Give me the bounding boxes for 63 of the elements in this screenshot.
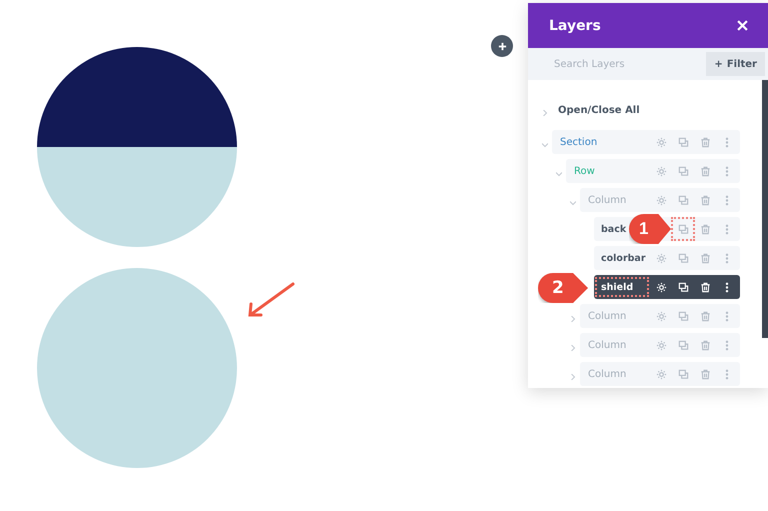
trash-icon (700, 282, 710, 292)
duplicate-icon (678, 136, 688, 148)
duplicate-icon (678, 166, 688, 176)
panel-title: Layers (549, 18, 601, 34)
more-icon (725, 136, 729, 148)
gear-icon (656, 252, 666, 264)
highlight-frame (595, 277, 649, 297)
layer-item[interactable]: Section (552, 130, 740, 154)
trash-icon (700, 340, 710, 350)
duplicate-icon (678, 340, 688, 350)
add-button[interactable] (491, 35, 513, 57)
layer-item[interactable]: Column (580, 362, 740, 386)
caret-icon[interactable] (542, 110, 548, 116)
plus-icon (498, 42, 506, 50)
trash-icon (700, 310, 710, 322)
more-icon (725, 166, 729, 176)
duplicate-icon (678, 252, 688, 264)
gear-icon (656, 340, 666, 350)
gear-icon (656, 136, 666, 148)
trash-icon (700, 136, 710, 148)
layer-item[interactable]: back 1 (594, 217, 740, 241)
caret-icon[interactable] (570, 200, 576, 206)
trash-icon (700, 224, 710, 234)
layer-item[interactable]: Row (566, 159, 740, 183)
gear-icon (656, 368, 666, 380)
filter-button[interactable]: + Filter (706, 52, 765, 76)
open-close-all-button[interactable]: Open/Close All (558, 104, 640, 116)
more-icon (725, 224, 729, 234)
scrollbar[interactable] (762, 80, 768, 338)
close-button[interactable] (737, 20, 748, 31)
duplicate-icon (678, 224, 688, 234)
caret-icon[interactable] (570, 344, 576, 350)
callout-badge: 2 (538, 273, 588, 303)
gear-icon (656, 282, 666, 292)
gear-icon (656, 194, 666, 206)
gear-icon (656, 310, 666, 322)
search-field[interactable]: Search Layers (552, 58, 696, 70)
highlight-frame (671, 217, 695, 241)
caret-icon[interactable] (542, 142, 548, 148)
layer-item[interactable]: colorbar (594, 246, 740, 270)
caret-icon[interactable] (570, 316, 576, 322)
duplicate-icon (678, 282, 688, 292)
duplicate-icon (678, 194, 688, 206)
duplicate-icon (678, 310, 688, 322)
caret-icon[interactable] (556, 170, 562, 176)
more-icon (725, 340, 729, 350)
more-icon (725, 194, 729, 206)
trash-icon (700, 252, 710, 264)
duplicate-icon (678, 368, 688, 380)
more-icon (725, 368, 729, 380)
callout-badge: 1 (629, 214, 671, 244)
more-icon (725, 310, 729, 322)
more-icon (725, 282, 729, 292)
more-icon (725, 252, 729, 264)
close-icon (737, 20, 748, 31)
layer-item[interactable]: Column (580, 304, 740, 328)
gear-icon (656, 166, 666, 176)
layer-item[interactable]: Column (580, 333, 740, 357)
trash-icon (700, 194, 710, 206)
trash-icon (700, 166, 710, 176)
trash-icon (700, 368, 710, 380)
layer-item[interactable]: Column (580, 188, 740, 212)
caret-icon[interactable] (570, 374, 576, 380)
